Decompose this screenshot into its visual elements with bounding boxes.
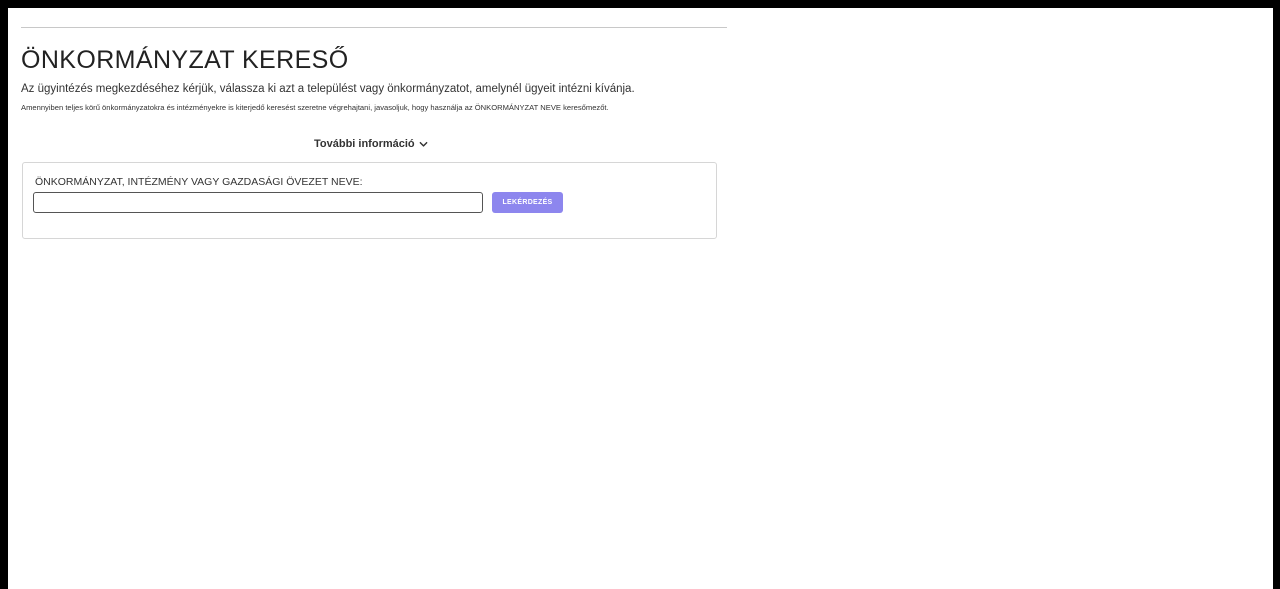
more-info-label: További információ [314, 138, 415, 150]
municipality-search-input[interactable] [33, 192, 483, 213]
page-title: ÖNKORMÁNYZAT KERESŐ [21, 46, 349, 74]
more-info-toggle[interactable]: További információ [314, 138, 428, 150]
search-panel: ÖNKORMÁNYZAT, INTÉZMÉNY VAGY GAZDASÁGI Ö… [22, 162, 717, 239]
top-divider [21, 27, 727, 28]
search-hint-text: Amennyiben teljes körű önkormányzatokra … [21, 103, 609, 112]
chevron-down-icon [419, 141, 428, 147]
query-button[interactable]: LEKÉRDEZÉS [492, 192, 563, 213]
page-frame: ÖNKORMÁNYZAT KERESŐ Az ügyintézés megkez… [8, 8, 1273, 589]
intro-text: Az ügyintézés megkezdéséhez kérjük, vála… [21, 83, 635, 95]
search-field-label: ÖNKORMÁNYZAT, INTÉZMÉNY VAGY GAZDASÁGI Ö… [35, 176, 363, 188]
